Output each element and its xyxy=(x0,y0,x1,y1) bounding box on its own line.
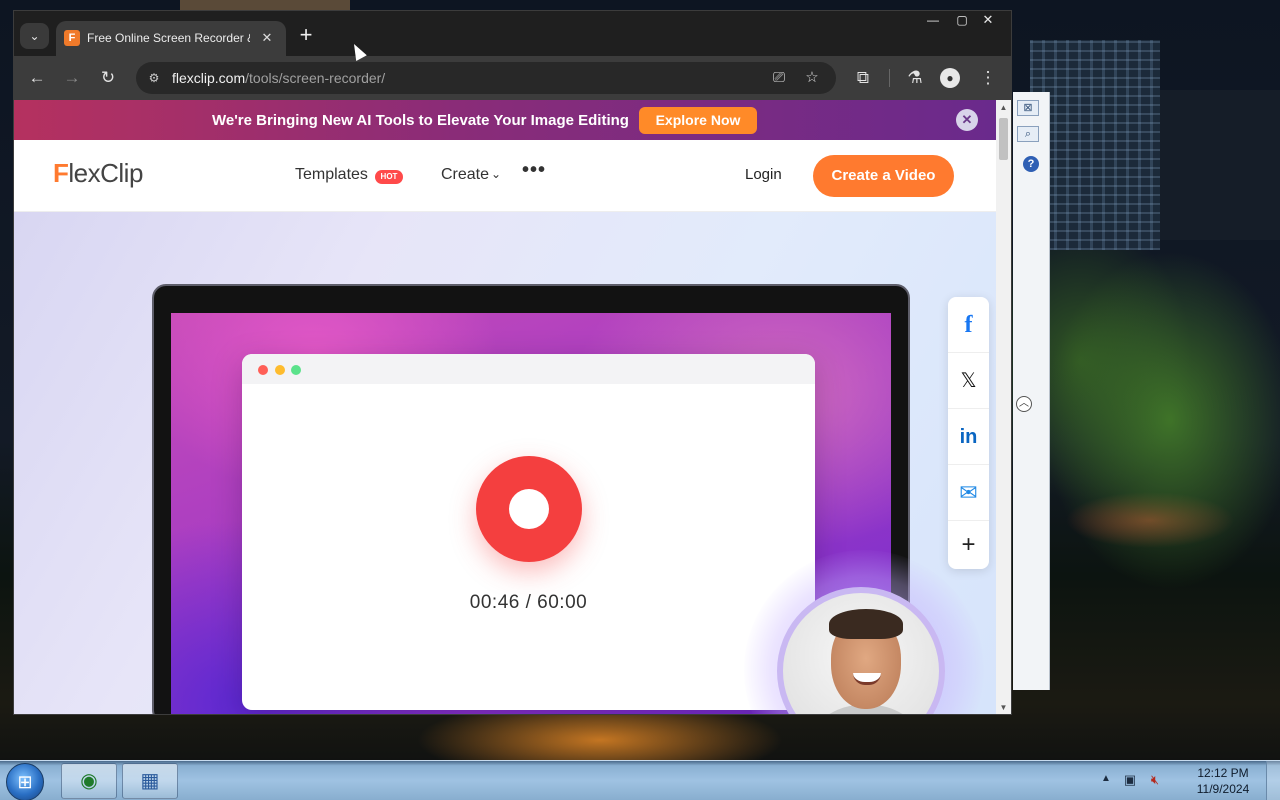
scroll-thumb[interactable] xyxy=(999,118,1008,160)
url-host: flexclip.com xyxy=(172,70,246,86)
email-icon[interactable]: ✉ xyxy=(948,465,989,521)
banner-close-icon[interactable]: ✕ xyxy=(956,109,978,131)
site-navigation: FlexClip Templates HOT Create ⌄ ••• Logi… xyxy=(14,140,996,212)
banner-message: We're Bringing New AI Tools to Elevate Y… xyxy=(212,112,629,129)
favicon-icon: F xyxy=(64,30,80,46)
wallpaper-building xyxy=(1160,90,1280,240)
site-info-icon[interactable]: ⚙ xyxy=(144,68,164,88)
tray-expand-icon[interactable]: ▲ xyxy=(1101,773,1111,784)
new-tab-icon[interactable]: + xyxy=(294,24,318,48)
window-close-icon[interactable]: ✕ xyxy=(972,11,1004,29)
menu-kebab-icon[interactable]: ⋮ xyxy=(975,65,1001,91)
recording-timer: 00:46 / 60:00 xyxy=(469,592,588,613)
scroll-down-icon[interactable]: ▼ xyxy=(996,702,1011,714)
scroll-up-icon[interactable]: ▲ xyxy=(996,102,1011,114)
show-desktop-button[interactable] xyxy=(1266,761,1280,800)
hero-section: 00:46 / 60:00 xyxy=(14,212,996,714)
x-icon[interactable]: 𝕏 xyxy=(948,353,989,409)
clock-time: 12:12 PM xyxy=(1197,766,1249,780)
url-text[interactable]: flexclip.com/tools/screen-recorder/ xyxy=(172,70,385,86)
recorder-window: 00:46 / 60:00 xyxy=(242,354,815,710)
close-icon[interactable]: ⊠ xyxy=(1017,100,1039,116)
search-icon[interactable]: ⌕ xyxy=(1017,126,1039,142)
chrome-taskbar-icon[interactable]: ◉ xyxy=(61,763,117,799)
clock-date: 11/9/2024 xyxy=(1196,782,1250,796)
control-panel-taskbar-icon[interactable]: ▦ xyxy=(122,763,178,799)
toolbar-divider xyxy=(889,69,890,87)
browser-tab[interactable]: F Free Online Screen Recorder & ✕ xyxy=(56,21,286,56)
volume-muted-icon[interactable]: 🔇︎ xyxy=(1146,771,1164,789)
more-menu-icon[interactable]: ••• xyxy=(522,159,546,182)
browser-window: ⌄ F Free Online Screen Recorder & ✕ + — … xyxy=(13,10,1012,715)
tab-search-icon[interactable]: ⌄ xyxy=(20,23,49,49)
traffic-light-red xyxy=(258,365,268,375)
traffic-light-green xyxy=(291,365,301,375)
page-scrollbar[interactable]: ▲ ▼ xyxy=(996,100,1011,714)
labs-flask-icon[interactable]: ⚗ xyxy=(902,65,928,91)
facebook-icon[interactable]: f xyxy=(948,297,989,353)
page-viewport: We're Bringing New AI Tools to Elevate Y… xyxy=(14,100,996,714)
promo-banner: We're Bringing New AI Tools to Elevate Y… xyxy=(14,100,996,140)
windows-start-icon[interactable]: ⊞ xyxy=(6,763,44,800)
background-window[interactable]: ⊠ ⌕ ? ︿ xyxy=(1013,92,1050,690)
taskbar: ⊞ ◉ ▦ ▲ ▣ 🔇︎ 12:12 PM 11/9/2024 xyxy=(0,760,1280,800)
record-icon xyxy=(509,489,549,529)
nav-templates[interactable]: Templates xyxy=(295,166,368,184)
minimize-icon[interactable]: — xyxy=(917,11,949,29)
profile-icon[interactable]: ● xyxy=(940,68,960,88)
tab-title: Free Online Screen Recorder & xyxy=(87,31,250,45)
person-hair xyxy=(829,609,903,639)
address-bar[interactable]: ⚙ flexclip.com/tools/screen-recorder/ ⎚ … xyxy=(136,62,836,94)
record-button[interactable] xyxy=(476,456,582,562)
plus-icon[interactable]: + xyxy=(948,521,989,569)
login-link[interactable]: Login xyxy=(745,166,782,183)
system-clock[interactable]: 12:12 PM 11/9/2024 xyxy=(1190,765,1256,797)
install-app-icon[interactable]: ⎚ xyxy=(768,67,790,89)
network-icon[interactable]: ▣ xyxy=(1121,771,1139,789)
chevron-down-icon[interactable]: ⌄ xyxy=(491,167,501,181)
flexclip-logo[interactable]: FlexClip xyxy=(53,158,143,189)
logo-text: lexClip xyxy=(68,158,143,188)
extensions-icon[interactable]: ⧉ xyxy=(850,65,876,91)
forward-icon[interactable]: → xyxy=(59,65,85,91)
traffic-light-yellow xyxy=(275,365,285,375)
back-icon[interactable]: ← xyxy=(24,65,50,91)
url-path: /tools/screen-recorder/ xyxy=(245,70,386,86)
create-video-button[interactable]: Create a Video xyxy=(813,155,954,197)
tab-strip: ⌄ F Free Online Screen Recorder & ✕ + — … xyxy=(14,11,1011,56)
nav-create[interactable]: Create xyxy=(441,166,489,184)
help-icon[interactable]: ? xyxy=(1023,156,1039,172)
hot-badge: HOT xyxy=(375,170,403,184)
browser-toolbar: ← → ↻ ⚙ flexclip.com/tools/screen-record… xyxy=(14,56,1011,100)
share-sidebar: f 𝕏 in ✉ + xyxy=(948,297,989,569)
chevron-up-icon[interactable]: ︿ xyxy=(1016,396,1032,412)
bookmark-star-icon[interactable]: ☆ xyxy=(801,67,823,89)
recorder-titlebar xyxy=(242,354,815,384)
tab-close-icon[interactable]: ✕ xyxy=(258,29,276,47)
linkedin-icon[interactable]: in xyxy=(948,409,989,465)
explore-now-button[interactable]: Explore Now xyxy=(639,107,757,134)
logo-mark: F xyxy=(53,158,69,188)
reload-icon[interactable]: ↻ xyxy=(95,65,121,91)
